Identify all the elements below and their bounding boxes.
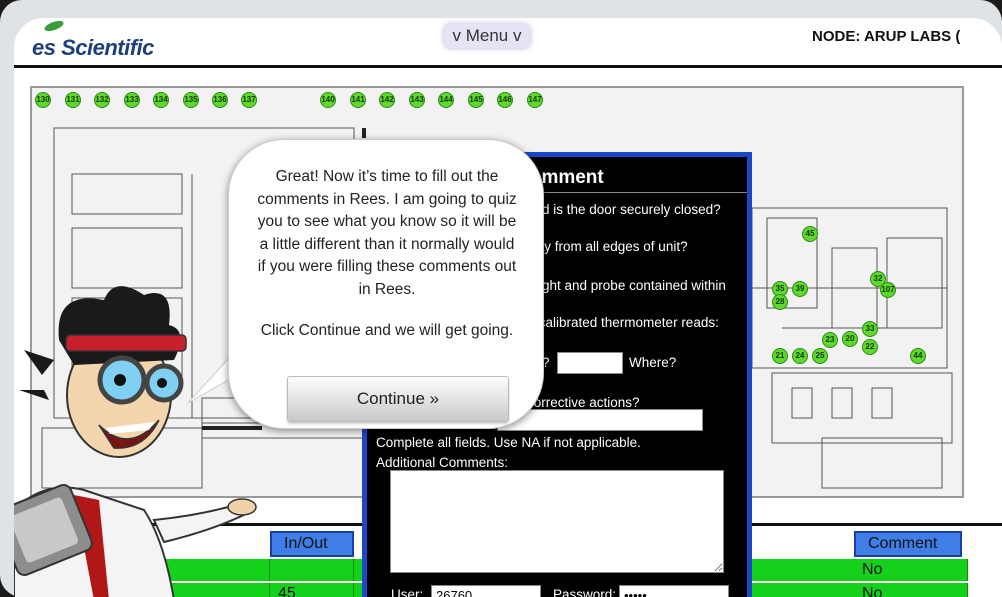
question-door: and is the door securely closed?: [527, 202, 721, 217]
bubble-instruction: Click Continue and we will get going.: [260, 322, 514, 339]
marker-top-146[interactable]: 146: [497, 92, 513, 108]
additional-comments-textarea[interactable]: [390, 470, 724, 573]
marker-top-140[interactable]: 140: [320, 92, 336, 108]
node-label: NODE: ARUP LABS (: [812, 28, 961, 45]
instructions-note: Complete all fields. Use NA if not appli…: [376, 435, 641, 450]
marker-top-136[interactable]: 136: [212, 92, 228, 108]
marker-top-141[interactable]: 141: [350, 92, 366, 108]
marker-map-24[interactable]: 24: [792, 348, 808, 364]
bubble-message: Great! Now it’s time to fill out the com…: [257, 168, 517, 298]
marker-map-28[interactable]: 28: [772, 294, 788, 310]
marker-top-145[interactable]: 145: [468, 92, 484, 108]
professor-character: [14, 286, 257, 597]
continue-button[interactable]: Continue »: [287, 376, 509, 422]
user-label: User:: [391, 587, 424, 597]
additional-comments-label: Additional Comments:: [376, 455, 509, 470]
marker-top-133[interactable]: 133: [124, 92, 140, 108]
marker-top-137[interactable]: 137: [241, 92, 257, 108]
speech-bubble: Great! Now it’s time to fill out the com…: [228, 139, 544, 429]
marker-top-131[interactable]: 131: [65, 92, 81, 108]
comment-cell: No: [854, 583, 968, 597]
password-label: Password:: [553, 587, 617, 597]
moved-input[interactable]: [557, 352, 623, 374]
menu-button[interactable]: v Menu v: [444, 24, 530, 48]
marker-top-143[interactable]: 143: [409, 92, 425, 108]
column-header-in-out[interactable]: In/Out: [270, 531, 354, 557]
logo-leaf-icon: [43, 18, 65, 34]
marker-top-142[interactable]: 142: [379, 92, 395, 108]
marker-top-130[interactable]: 130: [35, 92, 51, 108]
column-header-comment[interactable]: Comment: [854, 531, 962, 557]
marker-map-25[interactable]: 25: [812, 348, 828, 364]
screen: es Scientific v Menu v NODE: ARUP LABS (: [14, 18, 1002, 597]
question-thermometer: T calibrated thermometer reads:: [527, 315, 719, 330]
marker-top-144[interactable]: 144: [438, 92, 454, 108]
password-input[interactable]: [619, 585, 729, 597]
marker-map-20[interactable]: 20: [842, 331, 858, 347]
comment-cell: No: [854, 559, 968, 581]
marker-map-22[interactable]: 22: [862, 339, 878, 355]
marker-top-134[interactable]: 134: [153, 92, 169, 108]
marker-map-33[interactable]: 33: [862, 321, 878, 337]
in-out-cell: [270, 559, 354, 581]
header: es Scientific v Menu v NODE: ARUP LABS (: [14, 18, 1002, 68]
question-edges: way from all edges of unit?: [527, 239, 688, 254]
user-input[interactable]: [431, 585, 541, 597]
marker-top-147[interactable]: 147: [527, 92, 543, 108]
logo: es Scientific: [32, 35, 154, 60]
marker-map-21[interactable]: 21: [772, 348, 788, 364]
marker-top-135[interactable]: 135: [183, 92, 199, 108]
marker-map-44[interactable]: 44: [910, 348, 926, 364]
app-frame: es Scientific v Menu v NODE: ARUP LABS (: [0, 0, 1002, 597]
marker-map-45[interactable]: 45: [802, 226, 818, 242]
question-probe: pright and probe contained within: [527, 278, 726, 293]
in-out-cell: 45: [270, 583, 354, 597]
where-label: Where?: [629, 355, 677, 370]
marker-map-107[interactable]: 107: [880, 282, 896, 298]
marker-top-132[interactable]: 132: [94, 92, 110, 108]
marker-map-39[interactable]: 39: [792, 281, 808, 297]
marker-map-23[interactable]: 23: [822, 332, 838, 348]
question-corrective: corrective actions?: [527, 395, 640, 410]
